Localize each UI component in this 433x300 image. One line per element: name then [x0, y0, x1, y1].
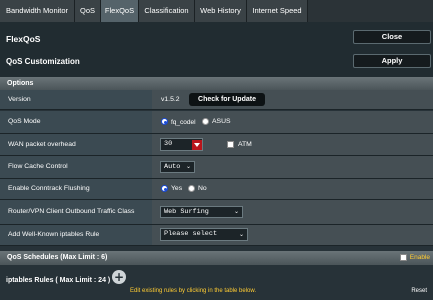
iptables-rule-value-cell: Please select ⌄ — [152, 225, 433, 245]
wan-overhead-value-cell: 30 ATM — [152, 134, 433, 155]
tab-flexqos[interactable]: FlexQoS — [101, 0, 139, 22]
close-button[interactable]: Close — [353, 30, 431, 44]
atm-checkbox[interactable] — [227, 141, 234, 148]
iptables-section: iptables Rules ( Max Limit : 24 ) + Edit… — [0, 265, 433, 300]
conntrack-yes-label: Yes — [171, 185, 183, 192]
flow-cache-row: Flow Cache Control Auto ⌄ — [0, 156, 433, 179]
wan-overhead-value: 30 — [164, 140, 173, 148]
router-class-value: Web Surfing — [164, 208, 209, 216]
conntrack-row: Enable Conntrack Flushing Yes No — [0, 179, 433, 200]
flow-cache-value: Auto — [164, 163, 181, 171]
tab-classification[interactable]: Classification — [139, 0, 195, 22]
router-class-value-cell: Web Surfing ⌄ — [152, 200, 433, 224]
qos-schedules-header: QoS Schedules (Max Limit : 6) Enable — [0, 251, 433, 265]
conntrack-no-radio[interactable] — [188, 185, 195, 192]
iptables-rule-select[interactable]: Please select ⌄ — [160, 228, 248, 241]
chevron-down-icon[interactable] — [192, 139, 202, 150]
version-row: Version v1.5.2 Check for Update — [0, 90, 433, 110]
check-update-button[interactable]: Check for Update — [189, 93, 265, 106]
tab-bar: Bandwidth Monitor QoS FlexQoS Classifica… — [0, 0, 433, 22]
iptables-rule-label: Add Well-Known iptables Rule — [0, 225, 152, 245]
version-value: v1.5.2 — [161, 96, 180, 103]
iptables-rule-value: Please select — [164, 230, 218, 238]
conntrack-no-label: No — [198, 185, 207, 192]
qos-mode-fqcodel-radio[interactable] — [161, 118, 168, 125]
reset-link[interactable]: Reset — [411, 288, 427, 294]
qos-mode-label: QoS Mode — [0, 111, 152, 133]
atm-label: ATM — [238, 141, 252, 148]
router-class-row: Router/VPN Client Outbound Traffic Class… — [0, 200, 433, 225]
iptables-rule-row: Add Well-Known iptables Rule Please sele… — [0, 225, 433, 246]
router-class-select[interactable]: Web Surfing ⌄ — [160, 206, 243, 218]
qos-mode-value-cell: fq_codel ASUS — [152, 111, 433, 133]
qos-mode-fqcodel-label: fq_codel — [171, 119, 196, 126]
tab-internet-speed[interactable]: Internet Speed — [247, 0, 308, 22]
flow-cache-select[interactable]: Auto ⌄ — [160, 161, 195, 173]
version-label: Version — [0, 90, 152, 109]
iptables-rules-title: iptables Rules ( Max Limit : 24 ) — [6, 277, 111, 284]
tab-bar-filler — [308, 0, 433, 22]
add-rule-icon[interactable]: + — [112, 270, 126, 284]
apply-button[interactable]: Apply — [353, 54, 431, 68]
section-subtitle: QoS Customization — [6, 57, 80, 66]
router-class-label: Router/VPN Client Outbound Traffic Class — [0, 200, 152, 224]
conntrack-yes-radio[interactable] — [161, 185, 168, 192]
options-section-header: Options — [0, 77, 433, 90]
chevron-down-icon: ⌄ — [238, 231, 244, 238]
version-value-cell: v1.5.2 Check for Update — [152, 90, 433, 109]
flow-cache-label: Flow Cache Control — [0, 156, 152, 178]
wan-overhead-label: WAN packet overhead — [0, 134, 152, 155]
schedules-enable-label: Enable — [409, 254, 430, 261]
schedules-enable-checkbox[interactable] — [400, 254, 407, 261]
wan-overhead-row: WAN packet overhead 30 ATM — [0, 134, 433, 156]
conntrack-value-cell: Yes No — [152, 179, 433, 199]
page-title: FlexQoS — [6, 34, 41, 44]
chevron-down-icon: ⌄ — [185, 163, 191, 170]
conntrack-label: Enable Conntrack Flushing — [0, 179, 152, 199]
qos-mode-asus-label: ASUS — [212, 118, 231, 125]
qos-schedules-title: QoS Schedules (Max Limit : 6) — [7, 254, 108, 261]
flow-cache-value-cell: Auto ⌄ — [152, 156, 433, 178]
tab-qos[interactable]: QoS — [75, 0, 101, 22]
iptables-hint: Edit existing rules by clicking in the t… — [130, 288, 257, 294]
tab-web-history[interactable]: Web History — [195, 0, 247, 22]
tab-bandwidth-monitor[interactable]: Bandwidth Monitor — [0, 0, 75, 22]
qos-mode-row: QoS Mode fq_codel ASUS — [0, 111, 433, 134]
qos-mode-asus-radio[interactable] — [202, 118, 209, 125]
chevron-down-icon: ⌄ — [233, 208, 239, 215]
